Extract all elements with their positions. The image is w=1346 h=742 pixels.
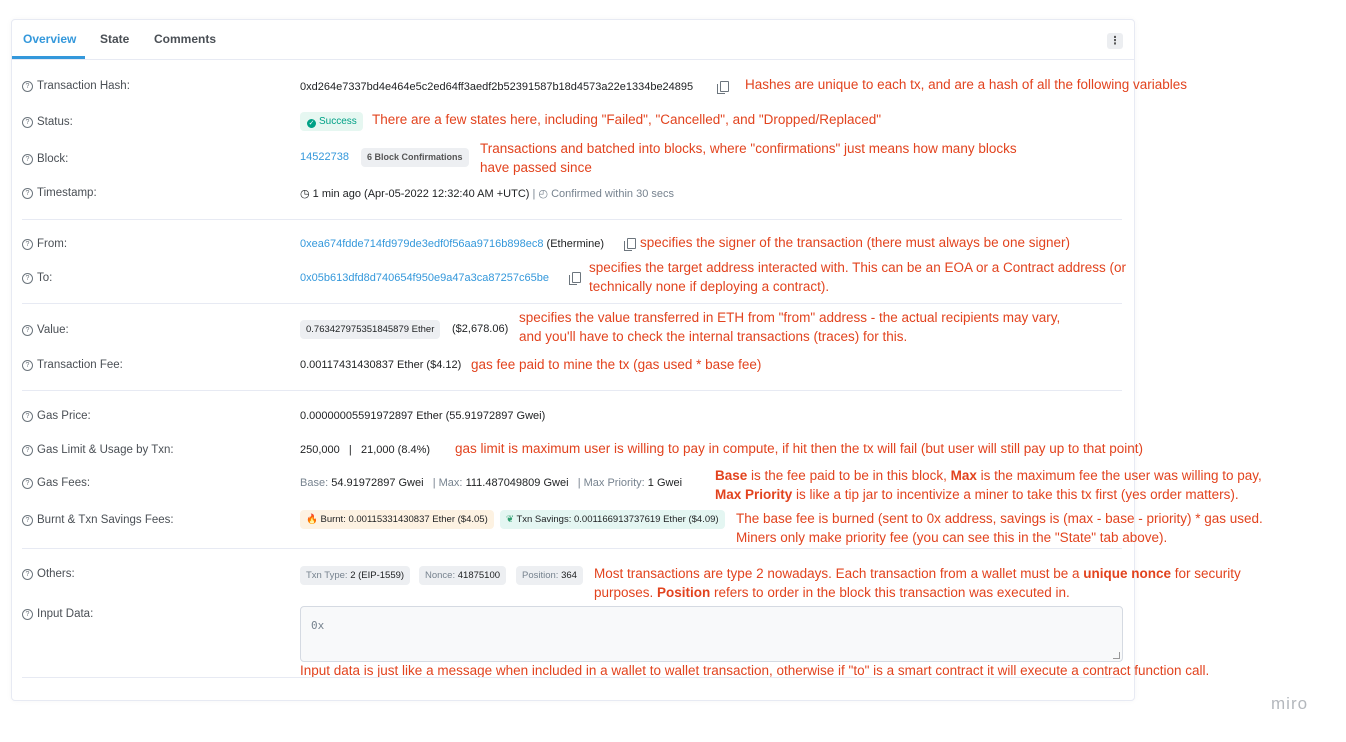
tab-state[interactable]: State (100, 32, 129, 46)
help-icon: ? (22, 188, 33, 199)
annotation-value-2: and you'll have to check the internal tr… (519, 329, 908, 344)
annotation-from: specifies the signer of the transaction … (640, 235, 1070, 250)
input-data-label: ? Input Data: (22, 608, 93, 620)
active-tab-indicator (12, 56, 85, 59)
annotation-hash: Hashes are unique to each tx, and are a … (745, 77, 1188, 92)
timestamp-value: ◷ 1 min ago (Apr-05-2022 12:32:40 AM +UT… (300, 187, 674, 200)
others-label: ? Others: (22, 568, 75, 580)
annotation-block-2: have passed since (480, 160, 592, 175)
input-data-textarea[interactable]: 0x (300, 606, 1123, 662)
status-label: ? Status: (22, 116, 73, 128)
help-icon: ? (22, 609, 33, 620)
base-value: 54.91972897 Gwei (331, 477, 424, 489)
timestamp-label: ? Timestamp: (22, 187, 97, 199)
tx-fee-value: 0.00117431430837 Ether ($4.12) (300, 359, 462, 371)
miro-watermark: miro (1271, 694, 1309, 713)
annotation-gas-fees-2: Max Priority is like a tip jar to incent… (715, 487, 1239, 502)
max-label: | Max: (432, 477, 463, 489)
fire-icon: 🔥 (306, 514, 318, 525)
annotation-burnt-2: Miners only make priority fee (you can s… (736, 530, 1168, 545)
annotation-to-2: technically none if deploying a contract… (589, 279, 830, 294)
tx-hash-label: ? Transaction Hash: (22, 80, 130, 92)
max-value: 111.487049809 Gwei (465, 477, 569, 489)
value-usd: ($2,678.06) (452, 323, 509, 335)
txn-savings-badge: ❦ Txn Savings: 0.001166913737619 Ether (… (500, 510, 725, 529)
resize-handle-icon[interactable] (1113, 652, 1120, 659)
txn-type-badge: Txn Type: 2 (EIP-1559) (300, 566, 411, 585)
divider (22, 548, 1122, 549)
annotation-others-2: purposes. Position refers to order in th… (594, 585, 1070, 600)
block-number-link[interactable]: 14522738 (300, 151, 349, 163)
annotation-value-1: specifies the value transferred in ETH f… (519, 310, 1061, 325)
max-priority-label: | Max Priority: (577, 477, 645, 489)
tab-comments[interactable]: Comments (154, 32, 216, 46)
position-badge: Position: 364 (516, 566, 583, 585)
block-label: ? Block: (22, 153, 68, 165)
divider (22, 677, 1122, 678)
help-icon: ? (22, 515, 33, 526)
help-icon: ? (22, 478, 33, 489)
help-icon: ? (22, 445, 33, 456)
gas-price-value: 0.00000005591972897 Ether (55.91972897 G… (300, 410, 546, 422)
block-confirmations-badge: 6 Block Confirmations (361, 148, 469, 167)
help-icon: ? (22, 81, 33, 92)
help-icon: ? (22, 325, 33, 336)
kebab-menu-icon[interactable]: ⋮ (1107, 33, 1123, 49)
help-icon: ? (22, 360, 33, 371)
gas-price-label: ? Gas Price: (22, 410, 91, 422)
gas-fees-value: Base: 54.91972897 Gwei | Max: 111.487049… (300, 477, 682, 489)
annotation-others-1: Most transactions are type 2 nowadays. E… (594, 566, 1241, 581)
divider (22, 219, 1122, 220)
copy-icon[interactable] (624, 238, 636, 251)
tab-bar: Overview State Comments ⋮ (12, 20, 1134, 60)
from-name-tag: (Ethermine) (546, 238, 604, 250)
tx-hash-value: 0xd264e7337bd4e464e5c2ed64ff3aedf2b52391… (300, 81, 694, 93)
burnt-badge: 🔥 Burnt: 0.00115331430837 Ether ($4.05) (300, 510, 494, 529)
annotation-gas-fees-1: Base is the fee paid to be in this block… (715, 468, 1262, 483)
help-icon: ? (22, 411, 33, 422)
help-icon: ? (22, 273, 33, 284)
annotation-block-1: Transactions and batched into blocks, wh… (480, 141, 1017, 156)
confirmed-within-text: Confirmed within 30 secs (551, 188, 674, 200)
timestamp-text: 1 min ago (Apr-05-2022 12:32:40 AM +UTC) (312, 188, 530, 200)
status-badge: ✓ Success (300, 112, 363, 131)
help-icon: ? (22, 117, 33, 128)
gas-fees-label: ? Gas Fees: (22, 477, 90, 489)
annotation-to-1: specifies the target address interacted … (589, 260, 1127, 275)
help-icon: ? (22, 239, 33, 250)
annotation-burnt-1: The base fee is burned (sent to 0x addre… (736, 511, 1263, 526)
tx-fee-label: ? Transaction Fee: (22, 359, 123, 371)
help-icon: ? (22, 569, 33, 580)
copy-icon[interactable] (569, 272, 581, 285)
from-label: ? From: (22, 238, 67, 250)
clock-icon: ◷ (300, 188, 310, 200)
max-priority-value: 1 Gwei (647, 477, 683, 489)
timer-icon: ◴ (538, 188, 549, 200)
gas-limit-label: ? Gas Limit & Usage by Txn: (22, 444, 174, 456)
to-label: ? To: (22, 272, 52, 284)
value-ether-badge: 0.763427975351845879 Ether (300, 320, 441, 339)
copy-icon[interactable] (717, 81, 729, 94)
base-label: Base: (300, 477, 329, 489)
annotation-status: There are a few states here, including "… (372, 112, 882, 127)
leaf-icon: ❦ (506, 514, 514, 525)
tab-overview[interactable]: Overview (23, 32, 76, 46)
value-label: ? Value: (22, 324, 69, 336)
gas-limit-value: 250,000 | 21,000 (8.4%) (300, 444, 431, 456)
from-value: 0xea674fdde714fd979de3edf0f56aa9716b898e… (300, 238, 604, 250)
divider (22, 303, 1122, 304)
help-icon: ? (22, 154, 33, 165)
nonce-badge: Nonce: 41875100 (419, 566, 507, 585)
from-address-link[interactable]: 0xea674fdde714fd979de3edf0f56aa9716b898e… (300, 238, 543, 250)
divider (22, 390, 1122, 391)
annotation-gas-limit: gas limit is maximum user is willing to … (455, 441, 1144, 456)
check-icon: ✓ (307, 119, 316, 128)
to-address-link[interactable]: 0x05b613dfd8d740654f950e9a47a3ca87257c65… (300, 272, 549, 284)
burnt-savings-label: ? Burnt & Txn Savings Fees: (22, 514, 174, 526)
separator: | (532, 188, 536, 200)
annotation-fee: gas fee paid to mine the tx (gas used * … (471, 357, 762, 372)
